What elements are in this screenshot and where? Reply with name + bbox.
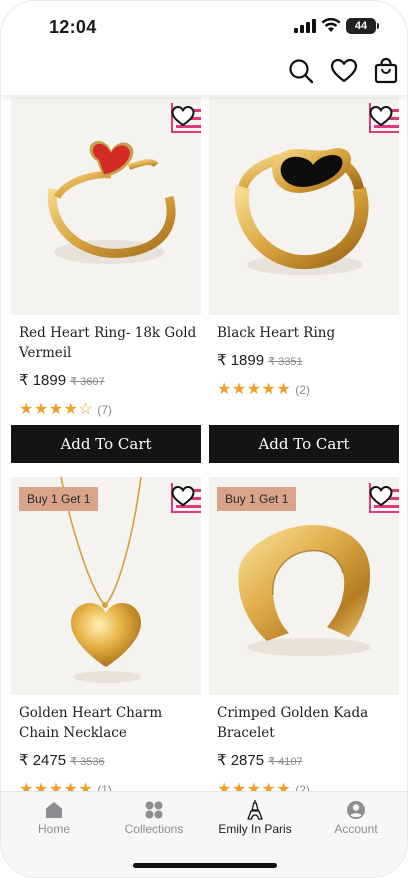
battery-indicator: 44 xyxy=(346,18,376,34)
review-count: (2) xyxy=(295,383,310,397)
product-grid: Red Heart Ring- 18k Gold Vermeil ₹ 1899 ₹… xyxy=(1,97,407,791)
product-title[interactable]: Black Heart Ring xyxy=(217,323,397,343)
rating: ★★★★★ (2) xyxy=(217,379,310,399)
star-rating: ★★★★★ xyxy=(217,781,292,791)
eiffel-tower-icon xyxy=(247,800,263,820)
product-card[interactable]: Black Heart Ring ₹ 1899 ₹ 3351 ★★★★★ (2) A… xyxy=(209,97,399,467)
nav-label: Account xyxy=(334,822,378,836)
search-icon[interactable] xyxy=(287,57,315,85)
product-image[interactable] xyxy=(209,97,399,315)
product-card[interactable]: Red Heart Ring- 18k Gold Vermeil ₹ 1899 ₹… xyxy=(11,97,201,467)
product-card[interactable]: Buy 1 Get 1 Crimped Golden Kada Bracelet… xyxy=(209,477,399,791)
add-to-cart-button[interactable]: Add To Cart xyxy=(209,425,399,463)
battery-tip xyxy=(377,23,379,29)
product-title[interactable]: Golden Heart Charm Chain Necklace xyxy=(19,703,199,743)
wishlist-heart-icon[interactable] xyxy=(171,105,195,127)
nav-account[interactable]: Account xyxy=(305,792,407,842)
account-icon xyxy=(347,801,365,819)
wishlist-heart-icon[interactable] xyxy=(171,485,195,507)
wishlist-heart-icon[interactable] xyxy=(369,105,393,127)
product-image[interactable] xyxy=(11,97,201,315)
current-price: ₹ 2875 xyxy=(217,752,265,769)
nav-emily-in-paris[interactable]: Emily In Paris xyxy=(204,792,306,842)
review-count: (1) xyxy=(97,783,112,791)
product-price: ₹ 2875 ₹ 4107 xyxy=(217,751,303,769)
promo-badge: Buy 1 Get 1 xyxy=(19,487,99,511)
review-count: (7) xyxy=(97,403,112,417)
star-rating: ★★★★★ xyxy=(19,781,94,791)
app-header xyxy=(1,49,407,95)
collections-icon xyxy=(145,801,163,819)
nav-label: Emily In Paris xyxy=(218,822,292,836)
product-card[interactable]: Buy 1 Get 1 Golden Heart Charm Chain Nec… xyxy=(11,477,201,791)
product-price: ₹ 1899 ₹ 3351 xyxy=(217,351,303,369)
rating: ★★★★☆ (7) xyxy=(19,399,112,419)
nav-collections[interactable]: Collections xyxy=(103,792,205,842)
nav-label: Home xyxy=(37,822,70,836)
rating: ★★★★★ (2) xyxy=(217,779,310,791)
wifi-icon xyxy=(321,17,341,32)
nav-label: Collections xyxy=(124,822,184,836)
shopping-bag-icon[interactable] xyxy=(373,57,399,85)
original-price: ₹ 4107 xyxy=(268,756,303,768)
heart-icon[interactable] xyxy=(330,57,358,85)
status-bar: 12:04 44 xyxy=(1,1,407,49)
product-price: ₹ 2475 ₹ 3536 xyxy=(19,751,105,769)
star-rating: ★★★★☆ xyxy=(19,401,94,418)
product-title[interactable]: Red Heart Ring- 18k Gold Vermeil xyxy=(19,323,199,363)
wishlist-heart-icon[interactable] xyxy=(369,485,393,507)
current-price: ₹ 1899 xyxy=(217,352,265,369)
star-rating: ★★★★★ xyxy=(217,381,292,398)
home-icon xyxy=(46,802,62,818)
product-image[interactable]: Buy 1 Get 1 xyxy=(11,477,201,695)
product-price: ₹ 1899 ₹ 3607 xyxy=(19,371,105,389)
rating: ★★★★★ (1) xyxy=(19,779,112,791)
product-image[interactable]: Buy 1 Get 1 xyxy=(209,477,399,695)
phone-screen: 12:04 44 Red Heart Ring- 18k Gold Vermei… xyxy=(0,0,408,878)
nav-home[interactable]: Home xyxy=(3,792,105,842)
review-count: (2) xyxy=(295,783,310,791)
original-price: ₹ 3607 xyxy=(70,376,105,388)
promo-badge: Buy 1 Get 1 xyxy=(217,487,297,511)
current-price: ₹ 2475 xyxy=(19,752,67,769)
add-to-cart-button[interactable]: Add To Cart xyxy=(11,425,201,463)
product-title[interactable]: Crimped Golden Kada Bracelet xyxy=(217,703,397,743)
status-time: 12:04 xyxy=(49,17,97,37)
cellular-signal-icon xyxy=(294,19,316,33)
home-indicator[interactable] xyxy=(133,863,277,868)
original-price: ₹ 3351 xyxy=(268,356,303,368)
original-price: ₹ 3536 xyxy=(70,756,105,768)
current-price: ₹ 1899 xyxy=(19,372,67,389)
